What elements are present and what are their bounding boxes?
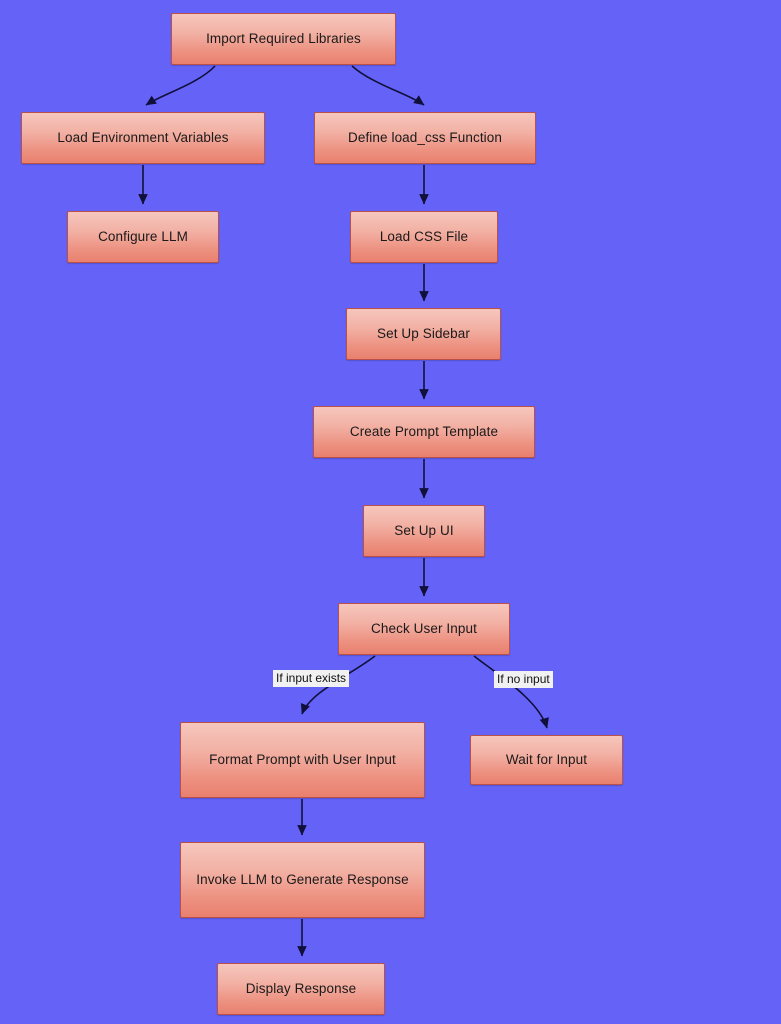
flow-node-n7[interactable]: Create Prompt Template <box>313 406 535 458</box>
flow-node-n10[interactable]: Format Prompt with User Input <box>180 722 425 798</box>
flow-node-label: Load Environment Variables <box>57 129 229 145</box>
flow-node-label: Wait for Input <box>505 751 588 767</box>
flow-node-n9[interactable]: Check User Input <box>338 603 510 655</box>
edge-label-e9: If input exists <box>273 670 350 687</box>
flow-node-label: Invoke LLM to Generate Response <box>196 871 409 887</box>
flowchart-canvas: Import Required Libraries Load Environmen… <box>0 0 781 1024</box>
flow-node-label: Format Prompt with User Input <box>209 751 396 767</box>
flow-node-n3[interactable]: Define load_css Function <box>314 112 536 164</box>
flow-node-label: Create Prompt Template <box>349 423 499 439</box>
flow-node-n12[interactable]: Invoke LLM to Generate Response <box>180 842 425 918</box>
flow-node-label: Set Up UI <box>394 522 454 538</box>
flow-node-n4[interactable]: Configure LLM <box>67 211 219 263</box>
flow-node-label: Set Up Sidebar <box>377 325 470 341</box>
flow-node-label: Import Required Libraries <box>206 30 361 46</box>
flow-node-label: Display Response <box>245 980 357 996</box>
flow-edge-e1 <box>145 65 216 106</box>
edge-label-e10: If no input <box>494 671 553 688</box>
flow-node-label: Load CSS File <box>379 228 469 244</box>
flow-node-n5[interactable]: Load CSS File <box>350 211 498 263</box>
flow-node-n1[interactable]: Import Required Libraries <box>171 13 396 65</box>
flow-node-label: Define load_css Function <box>348 129 502 145</box>
flow-node-n8[interactable]: Set Up UI <box>363 505 485 557</box>
flow-edge-e2 <box>351 65 425 106</box>
flow-edge-e10 <box>473 655 549 729</box>
flow-node-n13[interactable]: Display Response <box>217 963 385 1015</box>
flow-node-n6[interactable]: Set Up Sidebar <box>346 308 501 360</box>
flow-node-n2[interactable]: Load Environment Variables <box>21 112 265 164</box>
edge-paths <box>138 65 549 957</box>
flow-node-label: Check User Input <box>371 620 477 636</box>
flow-node-n11[interactable]: Wait for Input <box>470 735 623 785</box>
flow-node-label: Configure LLM <box>98 228 188 244</box>
